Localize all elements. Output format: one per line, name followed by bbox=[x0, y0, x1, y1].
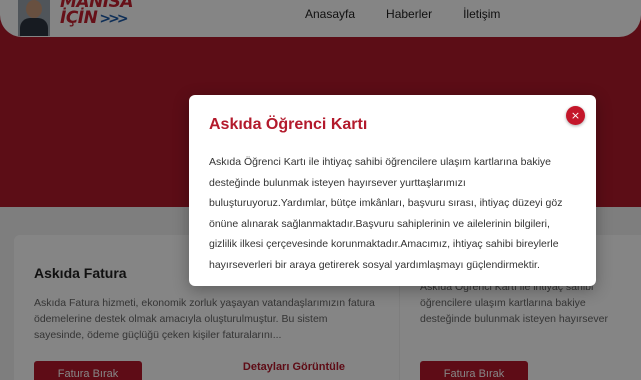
modal-title: Askıda Öğrenci Kartı bbox=[209, 116, 368, 133]
modal-body-text: Askıda Öğrenci Kartı ile ihtiyaç sahibi … bbox=[209, 156, 563, 271]
info-modal: Askıda Öğrenci Kartı × Askıda Öğrenci Ka… bbox=[189, 95, 596, 286]
close-icon[interactable]: × bbox=[566, 106, 585, 125]
